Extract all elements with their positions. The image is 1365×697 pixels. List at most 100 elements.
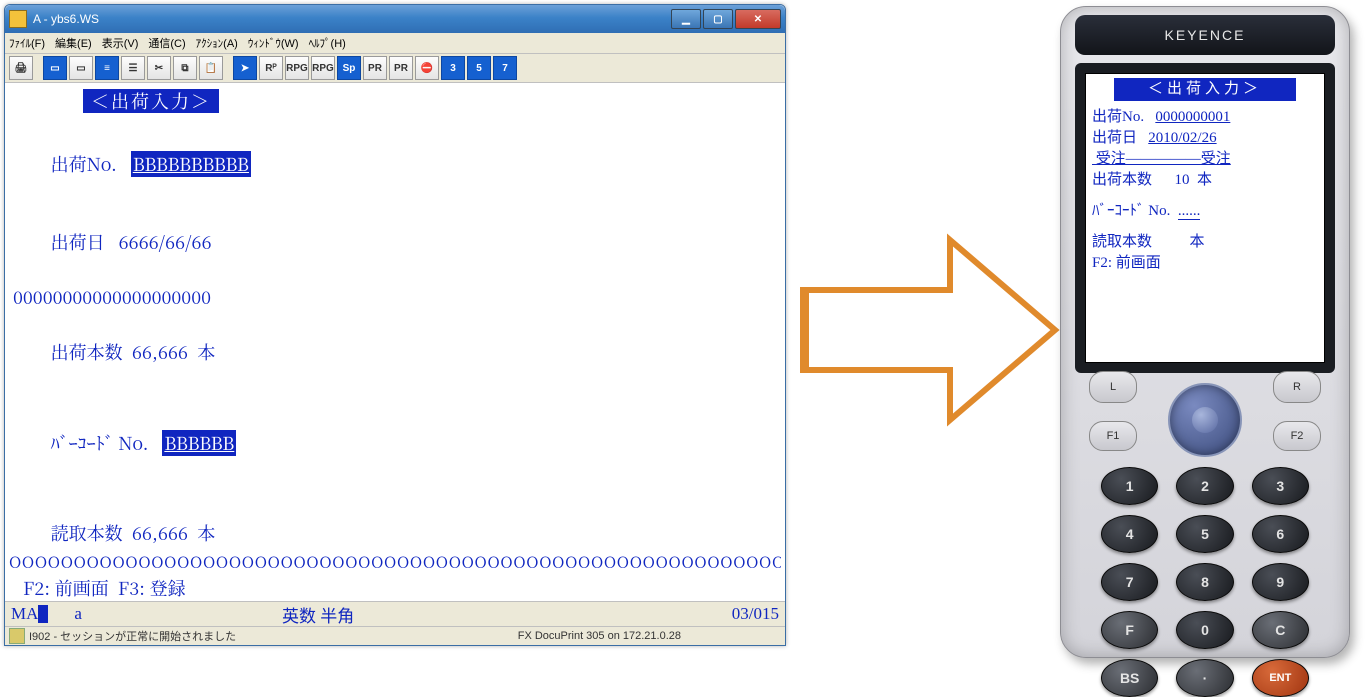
pr2-icon[interactable]: PR [389,56,413,80]
screen-header: ＜出荷入力＞ [83,89,219,113]
read-qty-unit: 本 [197,520,215,546]
d-ship-qty-unit: 本 [1197,172,1212,188]
menu-help[interactable]: ﾍﾙﾌﾟ(H) [309,35,346,51]
session-message: I902 - セッションが正常に開始されました [29,628,236,644]
menu-view[interactable]: 表示(V) [102,35,139,51]
session-icon [9,628,25,644]
bottom-output-line: OOOOOOOOOOOOOOOOOOOOOOOOOOOOOOOOOOOOOOOO… [9,551,781,573]
key-7[interactable]: 7 [1101,563,1158,601]
screen-same-icon[interactable]: ≡ [95,56,119,80]
printer-info: FX DocuPrint 305 on 172.21.0.28 [518,630,681,642]
pr1-icon[interactable]: PR [363,56,387,80]
ship-date-label: 出荷日 [51,229,105,255]
handheld-device: KEYENCE ＜出荷入力＞ 出荷No. 0000000001 出荷日 2010… [1060,6,1348,656]
arrow-icon [800,230,1060,430]
device-screen: ＜出荷入力＞ 出荷No. 0000000001 出荷日 2010/02/26 受… [1085,73,1325,363]
toolbar: 🖨 ▭ ▭ ≡ ☰ ✂ ⧉ 📋 ➤ Rᴾ RPG RPG Sp PR PR ⛔ … [5,54,785,83]
key-8[interactable]: 8 [1176,563,1233,601]
fkey-hint: F2: 前画面 F3: 登録 [23,576,767,600]
device-brand: KEYENCE [1075,15,1335,55]
read-qty-label: 読取本数 [51,520,123,546]
zeros-line: 00000000000000000000 [13,285,767,309]
key-2[interactable]: 2 [1176,467,1233,505]
ship-no-value[interactable]: BBBBBBBBBB [131,151,251,177]
paste-icon[interactable]: 📋 [199,56,223,80]
minimize-button[interactable]: ▁ [671,9,701,29]
overlay-icon[interactable]: ☰ [121,56,145,80]
stop-icon[interactable]: ⛔ [415,56,439,80]
rpg2-icon[interactable]: RPG [311,56,335,80]
maximize-button[interactable]: ▢ [703,9,733,29]
ship-qty-label: 出荷本数 [51,339,123,365]
cursor-position: 03/015 [732,604,779,624]
screen-a-icon[interactable]: ▭ [43,56,67,80]
macro-icon[interactable]: Rᴾ [259,56,283,80]
barcode-value[interactable]: BBBBBB [162,430,236,456]
key-1[interactable]: 1 [1101,467,1158,505]
d-barcode-value[interactable]: ...... [1178,203,1201,220]
input-mode: 英数 半角 [282,602,354,627]
menu-action[interactable]: ｱｸｼｮﾝ(A) [196,35,238,51]
d-ship-qty-label: 出荷本数 [1092,172,1152,188]
key-clear[interactable]: C [1252,611,1309,649]
key-6[interactable]: 6 [1252,515,1309,553]
d-read-qty-label: 読取本数 [1092,234,1152,250]
copy-icon[interactable]: ⧉ [173,56,197,80]
key-fn[interactable]: F [1101,611,1158,649]
emulator-window: A - ybs6.WS ▁ ▢ ✕ ﾌｧｲﾙ(F) 編集(E) 表示(V) 通信… [4,4,786,646]
dpad-center[interactable] [1192,407,1218,433]
menubar: ﾌｧｲﾙ(F) 編集(E) 表示(V) 通信(C) ｱｸｼｮﾝ(A) ｳｨﾝﾄﾞ… [5,33,785,54]
d5-icon[interactable]: 5 [467,56,491,80]
key-enter[interactable]: ENT [1252,659,1309,697]
fn-right[interactable]: F2 [1273,421,1321,451]
terminal-area[interactable]: ＜出荷入力＞ 出荷No. BBBBBBBBBB 出荷日 6666/66/66 0… [5,83,785,601]
dpad[interactable] [1168,383,1242,457]
key-5[interactable]: 5 [1176,515,1233,553]
key-3[interactable]: 3 [1252,467,1309,505]
key-dot[interactable]: · [1176,659,1233,697]
d-ship-qty-value: 10 [1175,172,1190,188]
device-screen-frame: ＜出荷入力＞ 出荷No. 0000000001 出荷日 2010/02/26 受… [1075,63,1335,373]
cursor-indicator [38,605,48,623]
window-title: A - ybs6.WS [33,12,99,26]
d-read-qty-unit: 本 [1190,234,1205,250]
read-qty-value: 66,666 [132,520,188,546]
status-bar-session: I902 - セッションが正常に開始されました FX DocuPrint 305… [5,626,785,645]
close-button[interactable]: ✕ [735,9,781,29]
menu-window[interactable]: ｳｨﾝﾄﾞｳ(W) [248,35,299,51]
barcode-label: ﾊﾞｰｺｰﾄﾞ No. [51,430,149,456]
d-fkey-hint: F2: 前画面 [1092,253,1318,274]
softkey-left[interactable]: L [1089,371,1137,403]
ship-qty-value: 66,666 [132,339,188,365]
status-a: a [74,604,82,624]
status-bar-input: MA a 英数 半角 03/015 [5,601,785,626]
fn-left[interactable]: F1 [1089,421,1137,451]
softkey-right[interactable]: R [1273,371,1321,403]
app-icon [9,10,27,28]
titlebar[interactable]: A - ybs6.WS ▁ ▢ ✕ [5,5,785,33]
menu-edit[interactable]: 編集(E) [55,35,92,51]
ship-qty-unit: 本 [197,339,215,365]
d-ship-date-label: 出荷日 [1092,130,1137,146]
d7-icon[interactable]: 7 [493,56,517,80]
ship-date-value: 6666/66/66 [118,229,211,255]
rpg-icon[interactable]: RPG [285,56,309,80]
ship-no-label: 出荷No. [51,151,117,177]
key-9[interactable]: 9 [1252,563,1309,601]
cut-icon[interactable]: ✂ [147,56,171,80]
menu-comm[interactable]: 通信(C) [148,35,185,51]
key-0[interactable]: 0 [1176,611,1233,649]
menu-file[interactable]: ﾌｧｲﾙ(F) [9,35,45,51]
d3-icon[interactable]: 3 [441,56,465,80]
sp-icon[interactable]: Sp [337,56,361,80]
print-icon[interactable]: 🖨 [9,56,33,80]
key-4[interactable]: 4 [1101,515,1158,553]
d-ship-no-label: 出荷No. [1092,109,1144,125]
screen-b-icon[interactable]: ▭ [69,56,93,80]
device-header: ＜出荷入力＞ [1114,78,1296,101]
d-order-line: 受注―――――受注 [1092,149,1318,170]
status-MA: MA [11,604,38,624]
send-icon[interactable]: ➤ [233,56,257,80]
d-ship-no-value[interactable]: 0000000001 [1155,109,1230,125]
key-bs[interactable]: BS [1101,659,1158,697]
